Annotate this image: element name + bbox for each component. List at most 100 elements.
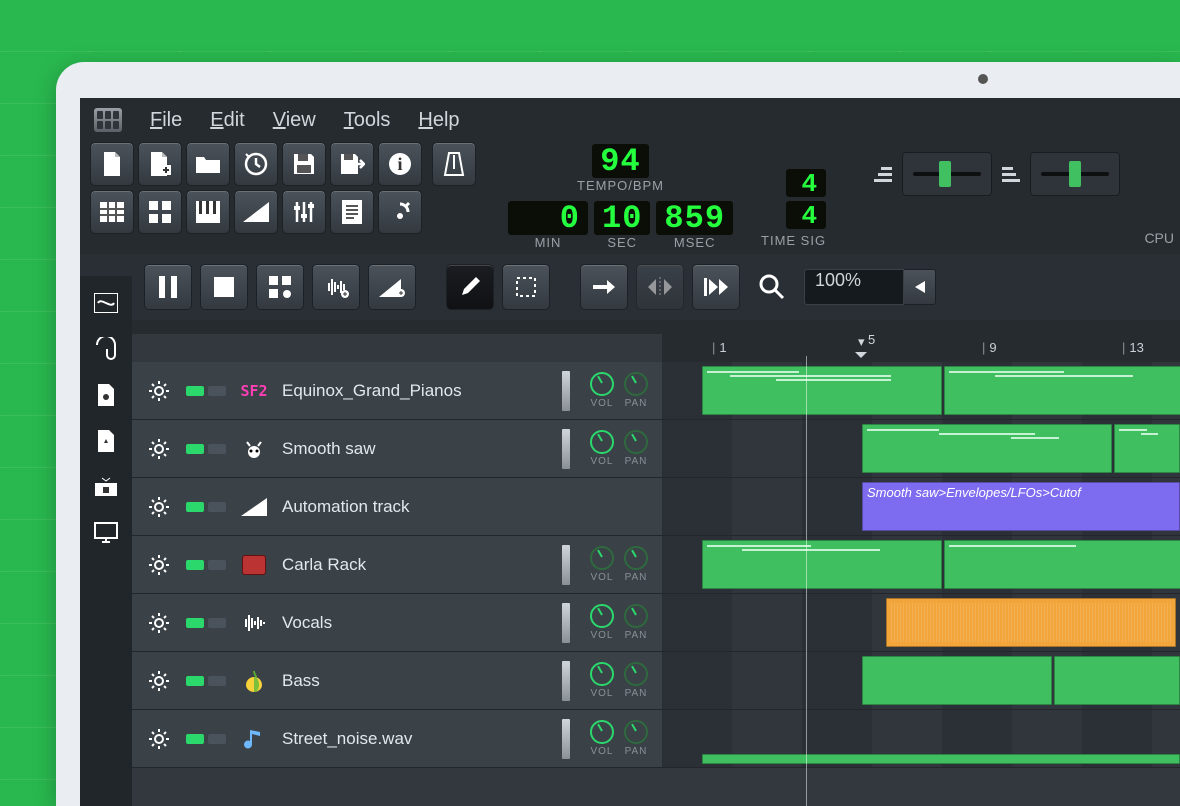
track-lane[interactable] (662, 594, 1180, 651)
mute-solo[interactable] (186, 676, 226, 686)
fx-mixer-button[interactable] (282, 190, 326, 234)
new-project-button[interactable] (90, 142, 134, 186)
midi-clip[interactable] (944, 366, 1180, 415)
zoom-value[interactable]: 100% (804, 269, 904, 305)
rewind-button[interactable] (692, 264, 740, 310)
track-header[interactable]: Automation track (132, 478, 662, 535)
midi-clip[interactable] (944, 540, 1180, 589)
piano-roll-button[interactable] (186, 190, 230, 234)
track-lane[interactable]: Smooth saw>Envelopes/LFOs>Cutof (662, 478, 1180, 535)
track-lane[interactable] (662, 652, 1180, 709)
pan-knob[interactable]: PAN (624, 430, 648, 467)
volume-knob[interactable]: VOL (590, 430, 614, 467)
open-project-button[interactable] (186, 142, 230, 186)
gear-icon[interactable] (146, 668, 172, 694)
draw-mode-button[interactable] (446, 264, 494, 310)
gear-icon[interactable] (146, 494, 172, 520)
track-header[interactable]: Vocals VOL PAN (132, 594, 662, 651)
track-lane[interactable] (662, 420, 1180, 477)
menu-view[interactable]: View (273, 109, 316, 132)
volume-knob[interactable]: VOL (590, 372, 614, 409)
pause-button[interactable] (144, 264, 192, 310)
app-logo-icon[interactable] (94, 108, 122, 132)
track-name[interactable]: Equinox_Grand_Pianos (282, 381, 548, 401)
rail-computer-icon[interactable] (93, 520, 119, 546)
rail-file-icon[interactable] (93, 382, 119, 408)
info-button[interactable]: i (378, 142, 422, 186)
mirror-button[interactable] (636, 264, 684, 310)
midi-clip[interactable] (702, 754, 1180, 764)
volume-knob[interactable]: VOL (590, 546, 614, 583)
mute-solo[interactable] (186, 618, 226, 628)
mute-solo[interactable] (186, 560, 226, 570)
volume-knob[interactable]: VOL (590, 720, 614, 757)
mute-solo[interactable] (186, 444, 226, 454)
rail-home-icon[interactable] (93, 474, 119, 500)
midi-clip[interactable] (702, 366, 942, 415)
edit-mode-button[interactable] (502, 264, 550, 310)
track-name[interactable]: Street_noise.wav (282, 729, 548, 749)
automation-editor-button[interactable] (234, 190, 278, 234)
gear-icon[interactable] (146, 726, 172, 752)
controller-rack-button[interactable] (378, 190, 422, 234)
menu-help[interactable]: Help (418, 109, 459, 132)
mute-solo[interactable] (186, 734, 226, 744)
master-pitch-slider[interactable] (1030, 152, 1120, 196)
track-header[interactable]: Bass VOL PAN (132, 652, 662, 709)
add-automation-track-button[interactable] (368, 264, 416, 310)
add-sample-track-button[interactable] (312, 264, 360, 310)
menu-tools[interactable]: Tools (344, 109, 391, 132)
pan-knob[interactable]: PAN (624, 604, 648, 641)
midi-clip[interactable] (1054, 656, 1180, 705)
zoom-button[interactable] (748, 264, 796, 310)
track-lane[interactable] (662, 710, 1180, 767)
export-project-button[interactable] (330, 142, 374, 186)
midi-clip[interactable] (702, 540, 942, 589)
track-name[interactable]: Carla Rack (282, 555, 548, 575)
midi-clip[interactable] (862, 424, 1112, 473)
track-name[interactable]: Automation track (282, 497, 634, 517)
stop-button[interactable] (200, 264, 248, 310)
pan-knob[interactable]: PAN (624, 662, 648, 699)
new-from-template-button[interactable] (138, 142, 182, 186)
project-notes-button[interactable] (330, 190, 374, 234)
menu-file[interactable]: File (150, 109, 182, 132)
volume-knob[interactable]: VOL (590, 662, 614, 699)
track-lane[interactable]: variat (662, 362, 1180, 419)
track-name[interactable]: Smooth saw (282, 439, 548, 459)
record-button[interactable] (256, 264, 304, 310)
track-lane[interactable]: variat (662, 536, 1180, 593)
menu-edit[interactable]: Edit (210, 109, 244, 132)
master-volume-slider[interactable] (902, 152, 992, 196)
rail-instruments-icon[interactable] (93, 290, 119, 316)
tempo-value[interactable]: 94 (592, 144, 648, 178)
timesig-denominator[interactable]: 4 (786, 201, 826, 229)
volume-knob[interactable]: VOL (590, 604, 614, 641)
track-header[interactable]: Carla Rack VOL PAN (132, 536, 662, 593)
track-header[interactable]: Smooth saw VOL PAN (132, 420, 662, 477)
pan-knob[interactable]: PAN (624, 372, 648, 409)
save-project-button[interactable] (282, 142, 326, 186)
rail-samples-icon[interactable] (93, 336, 119, 362)
gear-icon[interactable] (146, 552, 172, 578)
gear-icon[interactable] (146, 378, 172, 404)
bb-editor-button[interactable] (138, 190, 182, 234)
track-name[interactable]: Bass (282, 671, 548, 691)
metronome-button[interactable] (432, 142, 476, 186)
timeline-ruler[interactable]: 1 9 13 ▾5 (662, 334, 1180, 362)
midi-clip[interactable] (862, 656, 1052, 705)
playhead-marker[interactable]: ▾5 (858, 334, 865, 350)
track-name[interactable]: Vocals (282, 613, 548, 633)
arrow-right-button[interactable] (580, 264, 628, 310)
song-editor-button[interactable] (90, 190, 134, 234)
timesig-numerator[interactable]: 4 (786, 169, 826, 197)
pan-knob[interactable]: PAN (624, 720, 648, 757)
mute-solo[interactable] (186, 386, 226, 396)
midi-clip[interactable] (1114, 424, 1180, 473)
rail-favorites-icon[interactable] (93, 428, 119, 454)
open-recent-button[interactable] (234, 142, 278, 186)
track-header[interactable]: Street_noise.wav VOL PAN (132, 710, 662, 767)
gear-icon[interactable] (146, 610, 172, 636)
zoom-dropdown-button[interactable] (904, 269, 936, 305)
pan-knob[interactable]: PAN (624, 546, 648, 583)
